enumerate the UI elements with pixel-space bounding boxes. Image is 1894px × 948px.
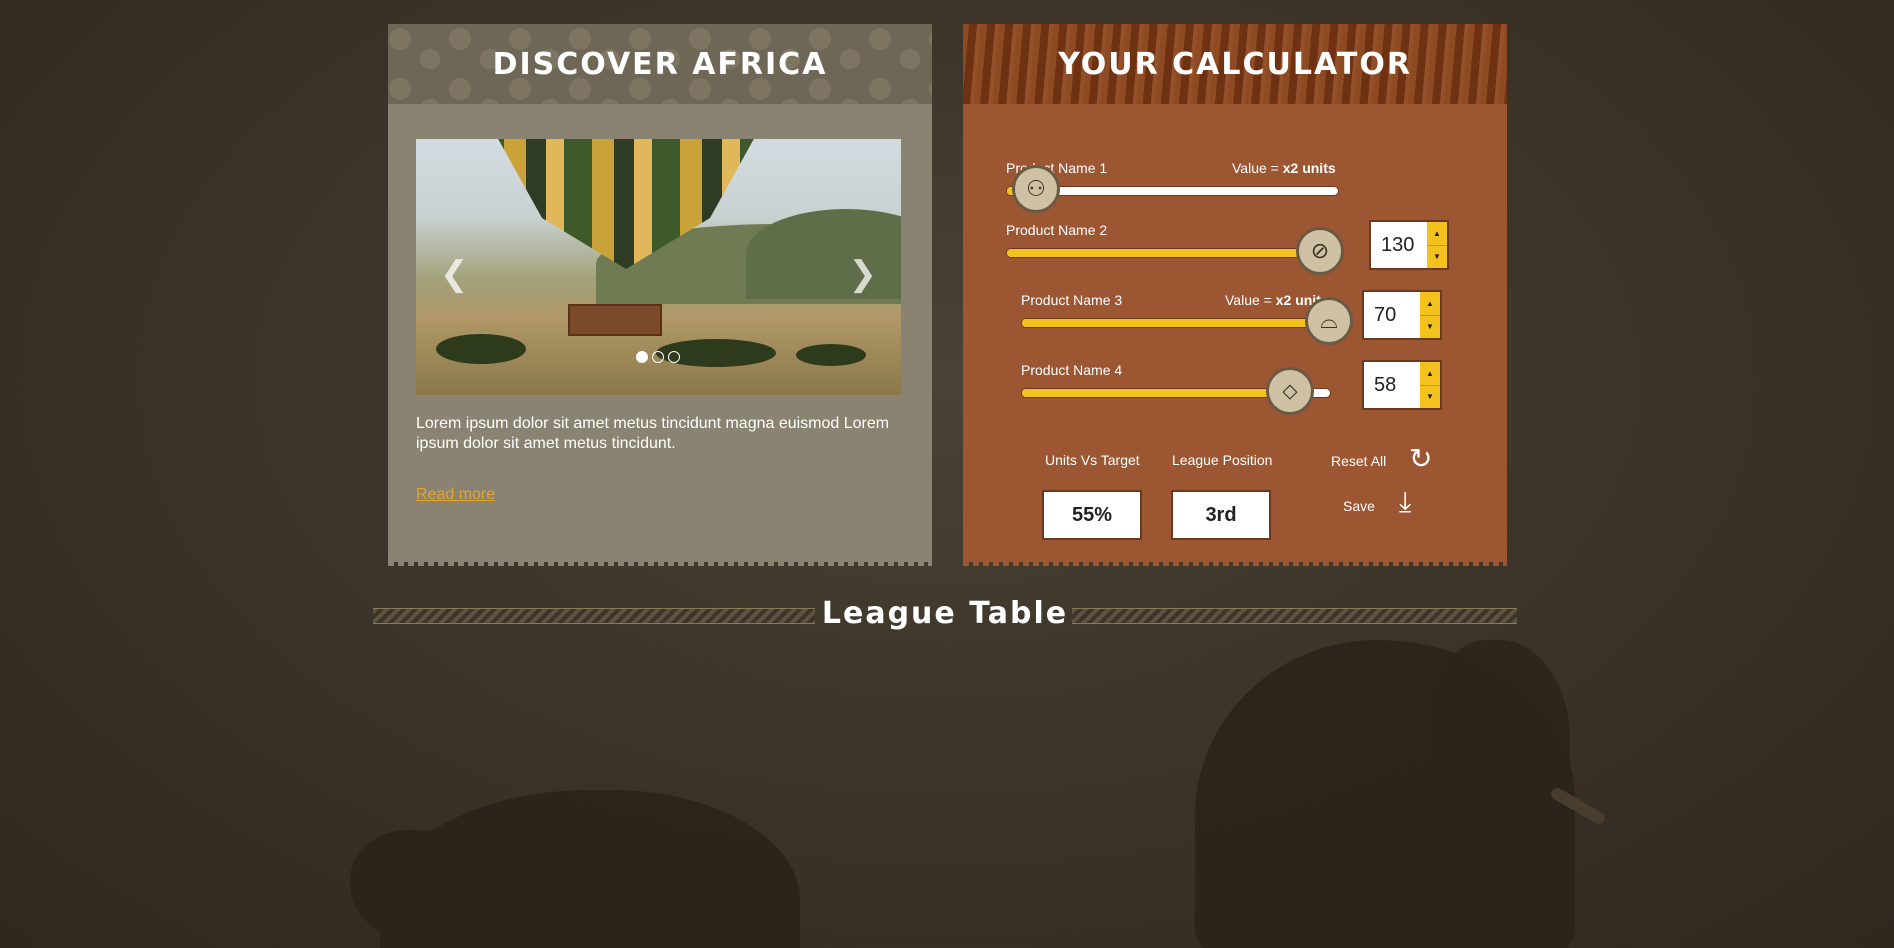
league-position-label: League Position [1172,452,1273,468]
torn-edge [388,558,932,566]
read-more-link[interactable]: Read more [416,486,495,504]
product-3-slider[interactable] [1021,318,1339,328]
product-2-quantity-stepper[interactable]: 130 ▲ ▼ [1369,220,1449,270]
carousel-indicators [636,351,680,363]
carousel-dot[interactable] [636,351,648,363]
discover-africa-panel: Discover Africa ❮ ❯ Lorem ipsum dolor si… [388,24,932,566]
balloon-basket-image [568,304,662,336]
increment-icon[interactable]: ▲ [1420,292,1440,315]
units-vs-target-value: 55% [1042,490,1142,540]
refresh-icon[interactable]: ↻ [1409,442,1432,475]
league-position-value: 3rd [1171,490,1271,540]
rhino-head-silhouette [350,830,480,940]
elephant-trunk-silhouette [1490,760,1550,948]
slider-fill [1007,249,1325,257]
units-vs-target-label: Units Vs Target [1045,452,1140,468]
discover-africa-title: Discover Africa [388,24,932,104]
decrement-icon[interactable]: ▼ [1427,244,1447,269]
chevron-left-icon[interactable]: ❮ [440,254,469,294]
product-4-quantity-stepper[interactable]: 58 ▲ ▼ [1362,360,1442,410]
product-3-quantity-stepper[interactable]: 70 ▲ ▼ [1362,290,1442,340]
decrement-icon[interactable]: ▼ [1420,314,1440,339]
chevron-right-icon[interactable]: ❯ [849,254,878,294]
league-table-title: League Table [821,596,1069,631]
carousel-dot[interactable] [652,351,664,363]
decrement-icon[interactable]: ▼ [1420,384,1440,409]
product-1-value: Value = x2 units [1232,160,1336,176]
reset-all-button[interactable]: Reset All [1331,453,1386,469]
acacia-tree [796,344,866,366]
product-3-name: Product Name 3 [1021,292,1123,308]
torn-edge [963,558,1507,566]
save-button[interactable]: Save [1343,498,1375,514]
binoculars-icon[interactable]: ⚇ [1012,165,1060,213]
slider-fill [1022,319,1335,327]
product-2-name: Product Name 2 [1006,222,1108,238]
acacia-tree [436,334,526,364]
carousel-image-hill [746,209,901,299]
calculator-title: Your Calculator [963,24,1507,104]
image-carousel[interactable]: ❮ ❯ [416,139,901,395]
compass-icon[interactable]: ⊘ [1296,227,1344,275]
product-2-quantity[interactable]: 130 [1371,222,1427,268]
slider-fill [1022,389,1284,397]
download-icon[interactable]: ⤓ [1399,486,1411,519]
product-2-slider[interactable] [1006,248,1339,258]
league-decorative-band-left [373,608,815,624]
carousel-dot[interactable] [668,351,680,363]
flask-icon[interactable]: ⬦ [1266,367,1314,415]
product-3-quantity[interactable]: 70 [1364,292,1420,338]
discover-description: Lorem ipsum dolor sit amet metus tincidu… [416,415,890,452]
increment-icon[interactable]: ▲ [1420,362,1440,385]
increment-icon[interactable]: ▲ [1427,222,1447,245]
calculator-panel: Your Calculator Product Name 1 Value = x… [963,24,1507,566]
safari-hat-icon[interactable]: ⌓ [1305,297,1353,345]
product-4-name: Product Name 4 [1021,362,1123,378]
league-decorative-band-right [1072,608,1517,624]
product-4-quantity[interactable]: 58 [1364,362,1420,408]
